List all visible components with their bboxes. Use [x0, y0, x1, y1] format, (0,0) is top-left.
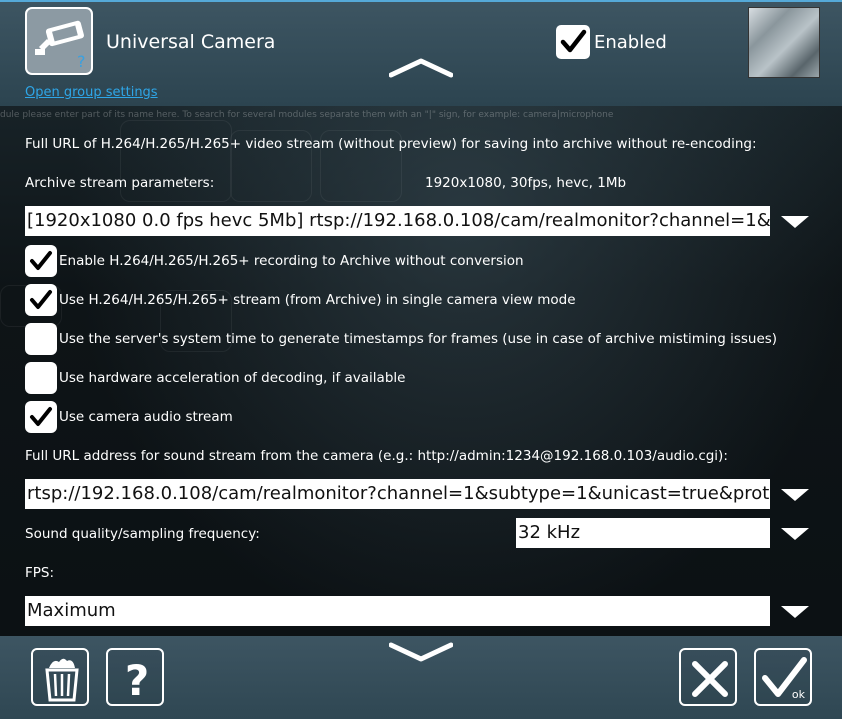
- ok-button[interactable]: ok: [754, 648, 812, 706]
- help-button[interactable]: ?: [106, 648, 164, 706]
- camera-module-icon[interactable]: ?: [25, 7, 93, 75]
- checkbox-enable-recording[interactable]: [25, 245, 57, 277]
- checkbox-camera-audio[interactable]: [25, 401, 57, 433]
- sound-quality-select[interactable]: 32 kHz: [516, 518, 770, 548]
- open-group-settings-link[interactable]: Open group settings: [25, 85, 158, 100]
- enabled-checkbox[interactable]: [556, 25, 590, 59]
- checkbox-server-timestamps[interactable]: [25, 323, 57, 355]
- camera-preview-thumbnail[interactable]: [748, 7, 820, 78]
- search-hint-text: dule please enter part of its name here.…: [0, 110, 614, 120]
- trash-icon: [45, 658, 79, 702]
- check-icon: [30, 407, 52, 426]
- fps-select[interactable]: Maximum: [25, 596, 770, 626]
- camera-icon: ?: [35, 20, 86, 69]
- check-icon: [560, 29, 587, 53]
- dropdown-arrow-icon[interactable]: [780, 214, 810, 230]
- close-icon: [692, 661, 728, 697]
- chevron-up-icon[interactable]: [389, 57, 453, 79]
- ok-check-icon: [762, 657, 807, 697]
- checkbox-single-view-stream[interactable]: [25, 284, 57, 316]
- archive-stream-select[interactable]: [1920x1080 0.0 fps hevc 5Mb] rtsp://192.…: [25, 206, 770, 236]
- archive-url-label: Full URL of H.264/H.265/H.265+ video str…: [25, 136, 757, 152]
- checkbox-label: Use hardware acceleration of decoding, i…: [59, 370, 406, 386]
- delete-button[interactable]: [31, 648, 89, 706]
- question-mark-icon: ?: [125, 656, 149, 705]
- checkbox-label: Use the server's system time to generate…: [59, 331, 778, 347]
- dropdown-arrow-icon[interactable]: [780, 526, 810, 542]
- checkbox-label: Use camera audio stream: [59, 409, 233, 425]
- dropdown-arrow-icon[interactable]: [780, 487, 810, 503]
- archive-params-label: Archive stream parameters:: [25, 175, 215, 191]
- header-bar: ? Universal Camera Open group settings E…: [0, 0, 842, 106]
- fps-label: FPS:: [25, 565, 55, 581]
- sound-quality-label: Sound quality/sampling frequency:: [25, 526, 260, 542]
- checkbox-label: Enable H.264/H.265/H.265+ recording to A…: [59, 253, 524, 269]
- archive-params-value: 1920x1080, 30fps, hevc, 1Mb: [425, 175, 627, 191]
- sound-url-select[interactable]: rtsp://192.168.0.108/cam/realmonitor?cha…: [25, 479, 770, 509]
- checkbox-hardware-acceleration[interactable]: [25, 362, 57, 394]
- help-question-icon: ?: [77, 52, 86, 69]
- svg-text:?: ?: [125, 656, 149, 705]
- check-icon: [30, 251, 52, 270]
- sound-url-label: Full URL address for sound stream from t…: [25, 448, 728, 464]
- enabled-label: Enabled: [594, 32, 667, 53]
- ok-label: ok: [791, 688, 805, 701]
- checkbox-label: Use H.264/H.265/H.265+ stream (from Arch…: [59, 292, 576, 308]
- cancel-button[interactable]: [679, 648, 737, 706]
- dropdown-arrow-icon[interactable]: [780, 604, 810, 620]
- page-title: Universal Camera: [106, 31, 276, 53]
- chevron-down-icon[interactable]: [389, 641, 453, 663]
- check-icon: [30, 290, 52, 309]
